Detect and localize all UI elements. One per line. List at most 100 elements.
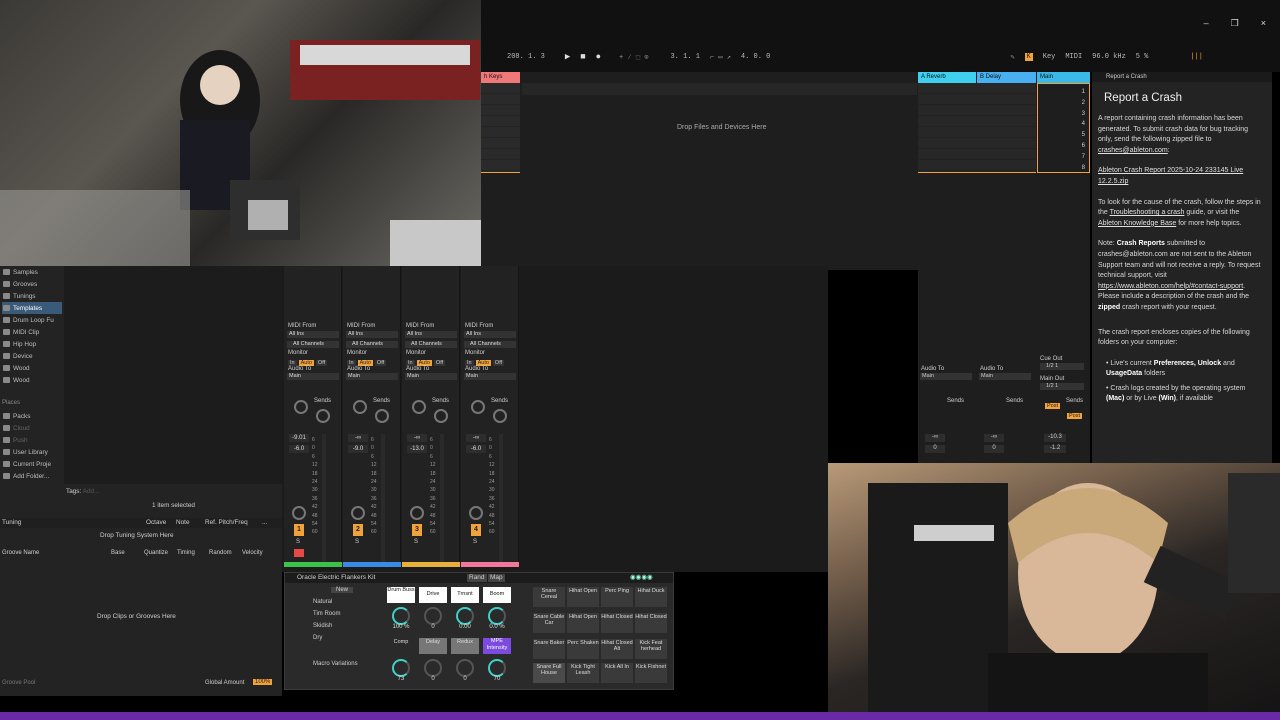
global-amount-value[interactable]: 100% <box>253 679 273 685</box>
send-a-knob[interactable] <box>412 400 426 414</box>
send-b-knob[interactable] <box>316 409 330 423</box>
places-cloud[interactable]: Cloud <box>2 422 62 434</box>
macro-boom[interactable]: Boom <box>483 587 511 603</box>
reverb-audio-to-select[interactable]: Main <box>920 373 972 380</box>
drum-pad[interactable]: Kick Fishnet <box>635 663 667 683</box>
browser-item-device[interactable]: Device <box>2 350 62 362</box>
track-activator[interactable]: 2 <box>353 524 363 536</box>
map-button[interactable]: Map <box>488 574 505 582</box>
browser-item-wood[interactable]: Wood <box>2 362 62 374</box>
variation-tim-room[interactable]: Tim Room <box>313 611 340 617</box>
track-volume[interactable]: -∞ <box>466 434 486 442</box>
rand-button[interactable]: Rand <box>467 574 487 582</box>
drum-pad[interactable]: Hihat Closed <box>601 613 633 633</box>
drum-pad[interactable]: Snare Full House <box>533 663 565 683</box>
macro-knob-4[interactable] <box>488 607 506 625</box>
macro-drum-buss[interactable]: Drum Buss <box>387 587 415 603</box>
tuning-drop-zone[interactable]: Drop Tuning System Here <box>100 532 174 539</box>
send-a-knob[interactable] <box>471 400 485 414</box>
send-a-knob[interactable] <box>294 400 308 414</box>
drum-pad[interactable]: Perc Ping <box>601 587 633 607</box>
pan-knob[interactable] <box>469 506 483 520</box>
close-button[interactable]: × <box>1261 18 1266 29</box>
reverb-volume[interactable]: -∞ <box>925 434 945 442</box>
reverb-pan[interactable]: 0 <box>925 445 945 453</box>
tuning-more-button[interactable]: ... <box>262 519 267 526</box>
macro-knob-5[interactable] <box>392 659 410 677</box>
delay-audio-to-select[interactable]: Main <box>979 373 1031 380</box>
track-header-main[interactable]: Main <box>1037 72 1090 83</box>
macro-knob-2[interactable] <box>424 607 442 625</box>
stop-icon[interactable]: ■ <box>580 52 585 62</box>
track-header-reverb[interactable]: A Reverb <box>918 72 976 83</box>
key-toggle[interactable]: K <box>1024 53 1033 61</box>
scene-7[interactable]: 7 <box>1082 152 1085 163</box>
pan-knob[interactable] <box>351 506 365 520</box>
scene-1[interactable]: 1 <box>1082 87 1085 98</box>
places-current-project[interactable]: Current Proje <box>2 458 62 470</box>
browser-item-grooves[interactable]: Grooves <box>2 278 62 290</box>
midi-from-select[interactable]: All Ins <box>464 331 516 338</box>
variation-skidish[interactable]: Skidish <box>313 623 332 629</box>
send-b-knob[interactable] <box>375 409 389 423</box>
drum-pad[interactable]: Hihat Open <box>567 613 599 633</box>
macro-drive[interactable]: Drive <box>419 587 447 603</box>
loop-length[interactable]: 4. 0. 0 <box>741 53 770 61</box>
loop-icon[interactable]: ⌐ ▭ ↗ <box>710 53 731 62</box>
solo-button[interactable]: S <box>296 539 300 545</box>
variation-dry[interactable]: Dry <box>313 635 322 641</box>
browser-item-midi-clip[interactable]: MIDI Clip <box>2 326 62 338</box>
restore-button[interactable]: ❐ <box>1231 18 1239 29</box>
scene-5[interactable]: 5 <box>1082 130 1085 141</box>
audio-to-select[interactable]: Main <box>346 373 398 380</box>
crash-zip-link[interactable]: Ableton Crash Report 2025-10-24 233145 L… <box>1098 167 1243 185</box>
tags-input[interactable]: Add... <box>83 488 100 495</box>
new-variation-button[interactable]: New <box>331 587 354 593</box>
midi-from-select[interactable]: All Ins <box>346 331 398 338</box>
macro-trnsnt[interactable]: Trnsnt <box>451 587 479 603</box>
track-volume[interactable]: -9.01 <box>289 434 309 442</box>
scene-4[interactable]: 4 <box>1082 119 1085 130</box>
track-activator[interactable]: 4 <box>471 524 481 536</box>
pencil-icon[interactable]: ✎ <box>1010 53 1014 62</box>
drum-pad[interactable]: Hihat Duck <box>635 587 667 607</box>
track-header-delay[interactable]: B Delay <box>977 72 1036 83</box>
channel-select[interactable]: All Channels <box>346 341 398 348</box>
channel-select[interactable]: All Channels <box>287 341 339 348</box>
knowledge-base-link[interactable]: Ableton Knowledge Base <box>1098 220 1176 227</box>
record-icon[interactable]: ● <box>596 52 601 62</box>
post-toggle-1[interactable]: Post <box>1045 403 1061 409</box>
audio-to-select[interactable]: Main <box>464 373 516 380</box>
macro-delay[interactable]: Delay <box>419 638 447 654</box>
pan-knob[interactable] <box>292 506 306 520</box>
browser-item-wood-2[interactable]: Wood <box>2 374 62 386</box>
send-a-knob[interactable] <box>353 400 367 414</box>
send-b-knob[interactable] <box>493 409 507 423</box>
rack-title[interactable]: Oracle Electric Flankers Kit <box>297 574 375 581</box>
main-volume[interactable]: -10.3 <box>1044 434 1066 442</box>
arrangement-position[interactable]: 3. 1. 1 <box>670 53 699 61</box>
macro-knob-6[interactable] <box>424 659 442 677</box>
browser-item-samples[interactable]: Samples <box>2 266 62 278</box>
places-packs[interactable]: Packs <box>2 410 62 422</box>
macro-knob-8[interactable] <box>488 659 506 677</box>
rack-options-icon[interactable]: ◉◉◉◉ <box>630 573 653 583</box>
midi-from-select[interactable]: All Ins <box>405 331 457 338</box>
browser-content[interactable] <box>64 266 282 484</box>
drum-pad[interactable]: Snare Baker <box>533 639 565 659</box>
track-activator[interactable]: 1 <box>294 524 304 536</box>
drum-pad[interactable]: Kick All In <box>601 663 633 683</box>
track-pan[interactable]: -6.0 <box>466 445 486 453</box>
drum-pad[interactable]: Snare Cereal <box>533 587 565 607</box>
track-volume[interactable]: -∞ <box>348 434 368 442</box>
track-volume[interactable]: -∞ <box>407 434 427 442</box>
drum-pad[interactable]: Hihat Closed <box>635 613 667 633</box>
channel-select[interactable]: All Channels <box>405 341 457 348</box>
macro-knob-3[interactable] <box>456 607 474 625</box>
main-out-select[interactable]: 1/2 1 <box>1040 383 1084 390</box>
crash-email-link[interactable]: crashes@ableton.com <box>1098 147 1168 154</box>
solo-button[interactable]: S <box>473 539 477 545</box>
play-icon[interactable]: ▶ <box>565 52 570 62</box>
browser-item-drum-loop[interactable]: Drum Loop Fu <box>2 314 62 326</box>
drum-pad[interactable]: Hihat Closed Alt <box>601 639 633 659</box>
